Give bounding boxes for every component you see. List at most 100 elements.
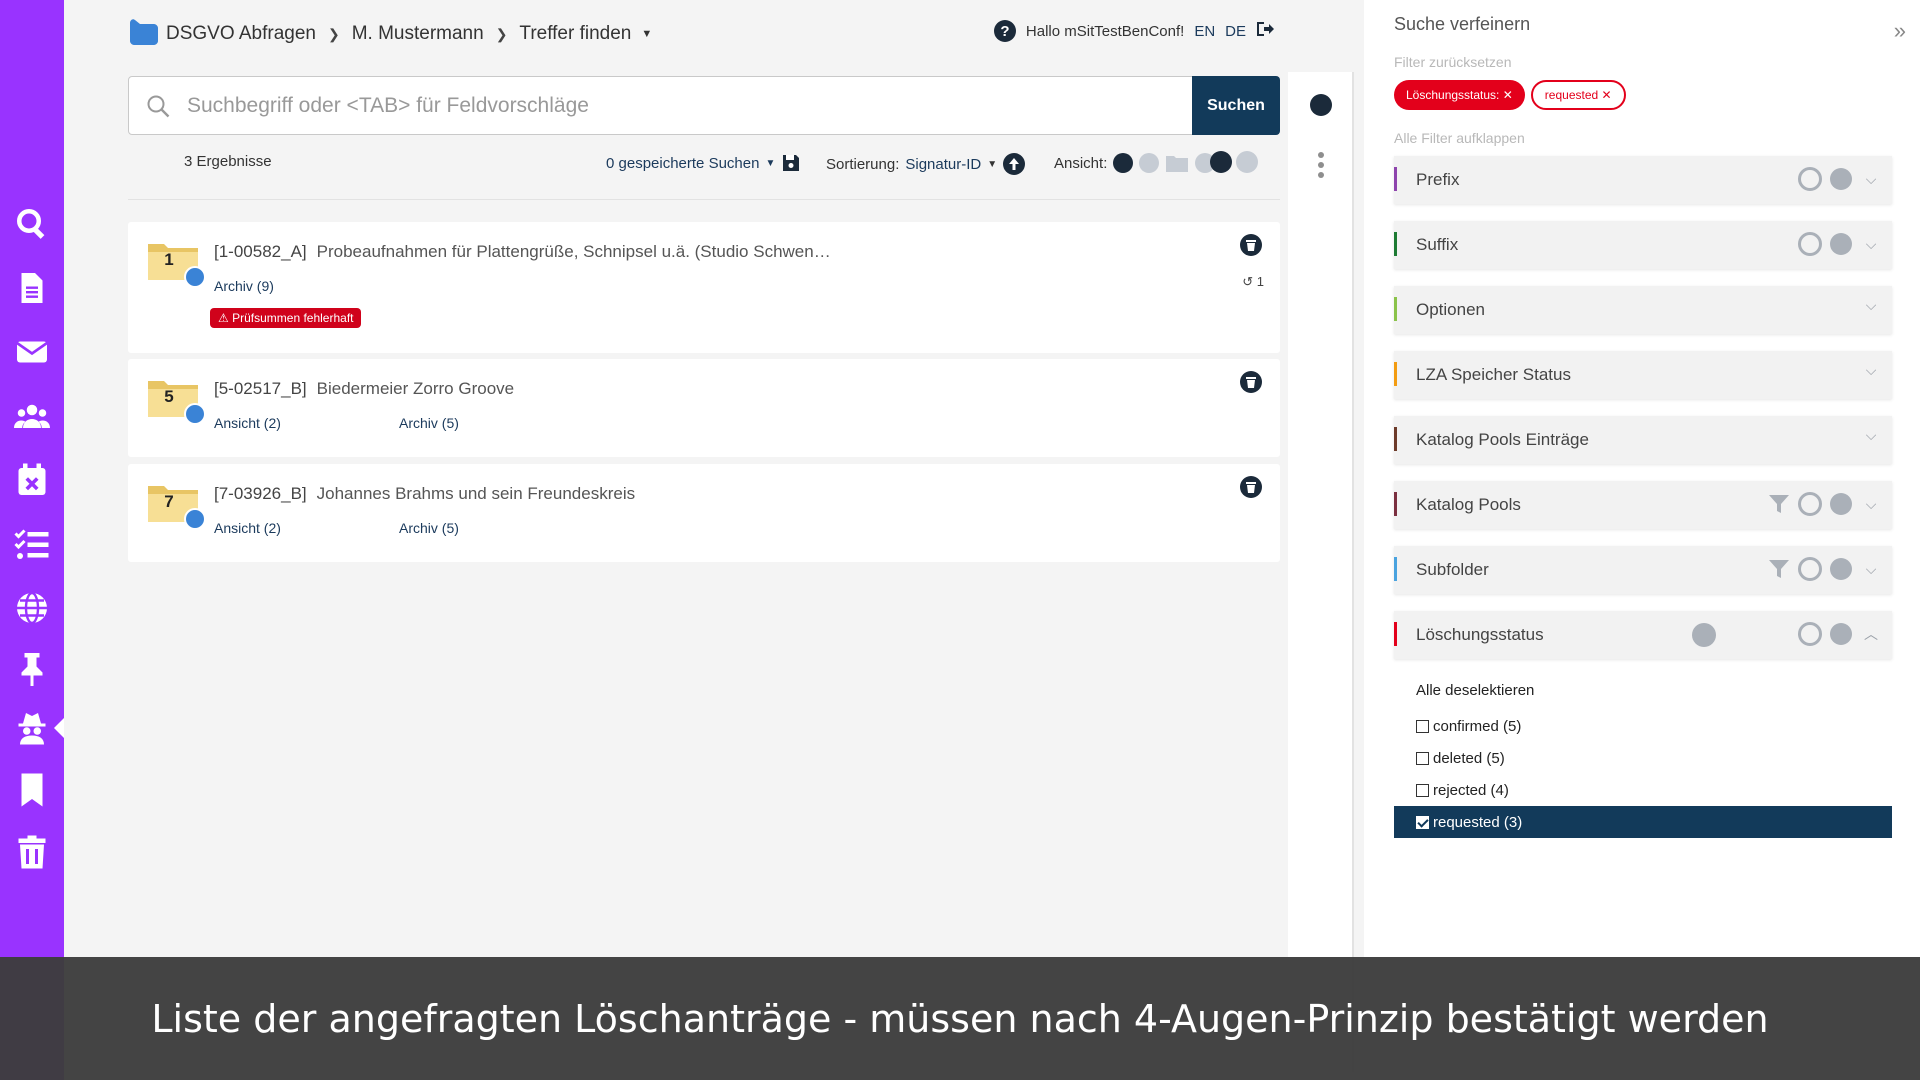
- chevron-up-icon[interactable]: ︿: [1860, 624, 1882, 644]
- facet-color-bar: [1394, 427, 1397, 451]
- users-icon[interactable]: [0, 392, 64, 440]
- result-card[interactable]: 1 [1-00582_A] Probeaufnahmen für Platteng…: [128, 222, 1280, 353]
- result-card[interactable]: 7 [7-03926_B] Johannes Brahms und sein Fr…: [128, 464, 1280, 562]
- caption-text: Liste der angefragten Löschanträge - müs…: [151, 996, 1769, 1041]
- mail-icon[interactable]: [0, 328, 64, 376]
- view-link[interactable]: Ansicht (2): [214, 415, 281, 431]
- breadcrumb-item-dsgvo[interactable]: DSGVO Abfragen: [160, 23, 322, 45]
- sync-icon[interactable]: [1798, 232, 1822, 256]
- chevron-down-icon[interactable]: ⌵: [1860, 297, 1882, 314]
- option-confirmed[interactable]: confirmed (5): [1394, 710, 1892, 742]
- facet-color-bar: [1394, 167, 1397, 191]
- breadcrumb-item-user[interactable]: M. Mustermann: [346, 23, 490, 45]
- archive-link[interactable]: Archiv (5): [399, 415, 459, 431]
- sync-icon[interactable]: [1798, 492, 1822, 516]
- save-icon[interactable]: [781, 153, 801, 173]
- sync-icon[interactable]: [1798, 557, 1822, 581]
- trash-icon[interactable]: [0, 828, 64, 876]
- pin-icon[interactable]: [0, 644, 64, 692]
- history-indicator[interactable]: ↺ 1: [1242, 274, 1264, 290]
- collapse-panel-icon[interactable]: »: [1894, 18, 1906, 44]
- chevron-down-icon[interactable]: ⌵: [1860, 427, 1882, 444]
- expand-results-icon[interactable]: [1236, 151, 1258, 173]
- globe-icon[interactable]: [0, 584, 64, 632]
- search-button[interactable]: Suchen: [1192, 76, 1280, 135]
- grid-view-icon[interactable]: [1139, 153, 1160, 173]
- deselect-all-link[interactable]: Alle deselektieren: [1416, 682, 1534, 699]
- sync-icon[interactable]: [1798, 167, 1822, 191]
- chevron-down-icon[interactable]: ⌵: [1860, 236, 1882, 253]
- facet-subfolder[interactable]: Subfolder ⌵: [1394, 546, 1892, 594]
- funnel-icon[interactable]: [1768, 558, 1790, 580]
- lang-en-link[interactable]: EN: [1194, 23, 1215, 40]
- calendar-x-icon[interactable]: [0, 456, 64, 504]
- jump-icon[interactable]: [1830, 233, 1852, 255]
- sort-value-dropdown[interactable]: Signatur-ID: [905, 156, 981, 173]
- archive-link[interactable]: Archiv (9): [214, 278, 274, 294]
- sync-icon[interactable]: [1798, 622, 1822, 646]
- facet-label: Prefix: [1416, 170, 1460, 189]
- checkbox[interactable]: [1416, 783, 1429, 797]
- delete-request-icon[interactable]: [1240, 371, 1262, 393]
- chevron-down-icon[interactable]: ⌵: [1860, 496, 1882, 513]
- funnel-icon[interactable]: [1768, 493, 1790, 515]
- option-deleted[interactable]: deleted (5): [1394, 742, 1892, 774]
- reset-filters-link[interactable]: Filter zurücksetzen: [1394, 54, 1511, 70]
- folder-view-icon[interactable]: [1165, 153, 1189, 173]
- checkbox-checked[interactable]: [1416, 815, 1429, 829]
- facet-lza-status[interactable]: LZA Speicher Status ⌵: [1394, 351, 1892, 399]
- saved-searches-dropdown[interactable]: 0 gespeicherte Suchen ▼: [606, 153, 801, 173]
- search-input[interactable]: [187, 93, 1167, 118]
- chevron-down-icon[interactable]: ⌵: [1860, 171, 1882, 188]
- archive-link[interactable]: Archiv (5): [399, 520, 459, 536]
- sort-direction-icon[interactable]: [1003, 153, 1026, 175]
- chevron-down-icon[interactable]: ⌵: [1860, 561, 1882, 578]
- result-title-link[interactable]: [5-02517_B] Biedermeier Zorro Groove: [214, 379, 514, 399]
- filter-chip-value[interactable]: requested ✕: [1530, 80, 1626, 110]
- audio-icon: [184, 403, 206, 425]
- view-link[interactable]: Ansicht (2): [214, 520, 281, 536]
- caret-down-icon[interactable]: ▼: [641, 28, 652, 40]
- jump-icon[interactable]: [1830, 623, 1852, 645]
- result-card[interactable]: 5 [5-02517_B] Biedermeier Zorro Groove An…: [128, 359, 1280, 457]
- jump-icon[interactable]: [1830, 558, 1852, 580]
- facet-loeschungsstatus[interactable]: Löschungsstatus ︿: [1394, 611, 1892, 659]
- expand-all-filters-link[interactable]: Alle Filter aufklappen: [1394, 130, 1525, 146]
- facet-katalog-pools-eintraege[interactable]: Katalog Pools Einträge ⌵: [1394, 416, 1892, 464]
- saved-searches-label: 0 gespeicherte Suchen: [606, 154, 760, 172]
- delete-request-icon[interactable]: [1240, 476, 1262, 498]
- facet-label: Subfolder: [1416, 560, 1489, 579]
- jump-icon[interactable]: [1830, 493, 1852, 515]
- clipboard-icon[interactable]: [1310, 94, 1332, 116]
- tasks-icon[interactable]: [0, 520, 64, 568]
- jump-icon[interactable]: [1830, 168, 1852, 190]
- search-icon[interactable]: [0, 200, 64, 248]
- option-requested[interactable]: requested (3): [1394, 806, 1892, 838]
- collapse-results-icon[interactable]: [1210, 151, 1232, 173]
- breadcrumb-item-current[interactable]: Treffer finden: [513, 23, 637, 45]
- checkbox[interactable]: [1416, 719, 1429, 733]
- facet-katalog-pools[interactable]: Katalog Pools ⌵: [1394, 481, 1892, 529]
- result-title-link[interactable]: [7-03926_B] Johannes Brahms und sein Freu…: [214, 484, 635, 504]
- facet-prefix[interactable]: Prefix ⌵: [1394, 156, 1892, 204]
- list-view-icon[interactable]: [1113, 153, 1134, 173]
- delete-request-icon[interactable]: [1240, 234, 1262, 256]
- more-options-icon[interactable]: [1318, 152, 1324, 178]
- facet-optionen[interactable]: Optionen ⌵: [1394, 286, 1892, 334]
- help-icon[interactable]: ?: [993, 20, 1016, 42]
- option-rejected[interactable]: rejected (4): [1394, 774, 1892, 806]
- logout-icon[interactable]: [1256, 21, 1274, 41]
- checkbox[interactable]: [1416, 751, 1429, 765]
- filter-chip-field[interactable]: Löschungsstatus: ✕: [1394, 80, 1525, 110]
- trash-icon[interactable]: [1692, 623, 1716, 647]
- app-logo-icon[interactable]: [128, 17, 160, 51]
- result-title-link[interactable]: [1-00582_A] Probeaufnahmen für Plattengrü…: [214, 242, 831, 262]
- lang-de-link[interactable]: DE: [1225, 23, 1246, 40]
- view-control: Ansicht:: [1054, 153, 1216, 173]
- search-box: [128, 76, 1258, 135]
- view-label: Ansicht:: [1054, 154, 1108, 172]
- bookmark-icon[interactable]: [0, 766, 64, 814]
- document-icon[interactable]: [0, 264, 64, 312]
- chevron-down-icon[interactable]: ⌵: [1860, 362, 1882, 379]
- facet-suffix[interactable]: Suffix ⌵: [1394, 221, 1892, 269]
